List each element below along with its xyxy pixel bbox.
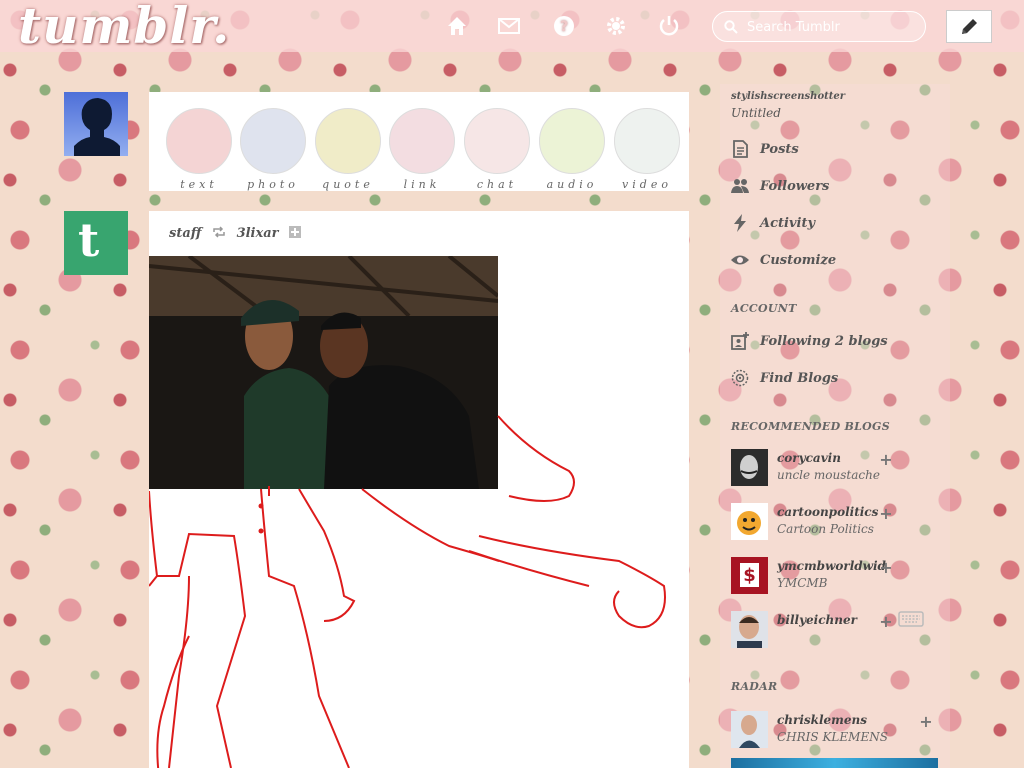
blog-name[interactable]: cartoonpolitics [777, 505, 878, 519]
tumblr-logo[interactable]: tumblr. [18, 0, 230, 55]
blog-name[interactable]: billyeichner [777, 613, 857, 627]
follow-plus-icon[interactable]: + [879, 560, 893, 576]
svg-text:$: $ [743, 565, 756, 586]
post-type-quote[interactable]: quote [315, 108, 381, 191]
blog-avatar[interactable] [731, 449, 768, 486]
posts-icon [733, 140, 748, 158]
following-icon [731, 332, 749, 350]
dashboard-post: staff 3lixar [149, 211, 689, 768]
radar-blog[interactable]: chrisklemens CHRIS KLEMENS + [731, 711, 941, 751]
post-type-photo[interactable]: photo [240, 108, 306, 191]
follow-plus-icon[interactable]: + [879, 614, 893, 630]
follow-plus-icon[interactable]: + [879, 452, 893, 468]
follow-plus-icon[interactable]: + [919, 714, 933, 730]
sidebar-item-label: Posts [760, 142, 799, 157]
post-type-circle [464, 108, 530, 174]
help-icon[interactable]: ? [552, 14, 576, 38]
radar-image[interactable] [731, 758, 938, 768]
user-avatar[interactable] [64, 92, 128, 156]
sidebar-item-label: Activity [760, 216, 815, 231]
keyboard-icon [898, 611, 924, 627]
post-type-bar: text photo quote link chat audio video [149, 92, 689, 191]
post-type-text[interactable]: text [166, 108, 232, 191]
post-type-label: video [622, 178, 672, 191]
post-type-link[interactable]: link [389, 108, 455, 191]
blog-name[interactable]: chrisklemens [777, 713, 867, 727]
eye-icon [731, 255, 749, 265]
post-author-link[interactable]: staff [169, 226, 202, 241]
compass-icon [731, 369, 749, 387]
home-icon[interactable] [445, 14, 469, 38]
post-type-video[interactable]: video [614, 108, 680, 191]
recommended-header: RECOMMENDED BLOGS [731, 420, 890, 433]
settings-icon[interactable] [604, 14, 628, 38]
svg-text:?: ? [560, 19, 568, 35]
post-type-circle [240, 108, 306, 174]
search-input[interactable] [745, 17, 919, 37]
account-header: ACCOUNT [731, 302, 797, 315]
post-type-label: link [403, 178, 441, 191]
red-doodle [149, 415, 666, 768]
reblog-source-link[interactable]: 3lixar [237, 226, 279, 241]
post-type-audio[interactable]: audio [539, 108, 605, 191]
follow-plus-icon[interactable] [289, 226, 302, 238]
reblog-icon [213, 226, 225, 238]
search-icon [724, 20, 738, 34]
blog-name[interactable]: stylishscreenshotter [731, 91, 845, 102]
blog-name[interactable]: ymcmbworldwid [777, 559, 886, 573]
sidebar-item-label: Following 2 blogs [760, 334, 888, 349]
post-header: staff 3lixar [169, 226, 302, 241]
post-type-circle [389, 108, 455, 174]
pencil-icon [962, 19, 977, 34]
post-type-label: text [180, 178, 218, 191]
sidebar-item-label: Find Blogs [760, 371, 839, 386]
blog-avatar[interactable] [731, 611, 768, 648]
sidebar-item-label: Followers [760, 179, 830, 194]
blog-subtitle: Cartoon Politics [777, 522, 874, 536]
blog-subtitle: CHRIS KLEMENS [777, 730, 888, 744]
compose-button[interactable] [946, 10, 992, 43]
post-type-label: photo [247, 178, 299, 191]
blog-subtitle: YMCMB [777, 576, 828, 590]
top-bar: tumblr. ? [0, 0, 1024, 55]
post-type-circle [614, 108, 680, 174]
blog-subtitle: uncle moustache [777, 468, 880, 482]
post-type-circle [315, 108, 381, 174]
post-type-label: audio [546, 178, 598, 191]
post-type-label: quote [322, 178, 374, 191]
post-type-label: chat [476, 178, 518, 191]
blog-avatar[interactable] [731, 503, 768, 540]
recommended-blog[interactable]: corycavin uncle moustache + [731, 449, 931, 489]
blog-name[interactable]: corycavin [777, 451, 841, 465]
post-type-circle [166, 108, 232, 174]
recommended-blog[interactable]: cartoonpolitics Cartoon Politics + [731, 503, 931, 543]
silhouette-icon [74, 98, 120, 156]
sidebar-item-label: Customize [760, 253, 837, 268]
activity-icon [734, 214, 746, 232]
blog-avatar[interactable]: $ [731, 557, 768, 594]
tumblr-staff-avatar[interactable]: t [64, 211, 128, 275]
blog-title: Untitled [731, 106, 781, 120]
follow-plus-icon[interactable]: + [879, 506, 893, 522]
post-type-chat[interactable]: chat [464, 108, 530, 191]
search-box[interactable] [712, 11, 926, 42]
mail-icon[interactable] [497, 14, 521, 38]
radar-header: RADAR [731, 680, 778, 693]
recommended-blog[interactable]: $ ymcmbworldwid YMCMB + [731, 557, 931, 597]
blog-avatar[interactable] [731, 711, 768, 748]
tumblr-t-icon: t [78, 213, 100, 267]
post-type-circle [539, 108, 605, 174]
power-icon[interactable] [657, 14, 681, 38]
followers-icon [731, 179, 749, 193]
